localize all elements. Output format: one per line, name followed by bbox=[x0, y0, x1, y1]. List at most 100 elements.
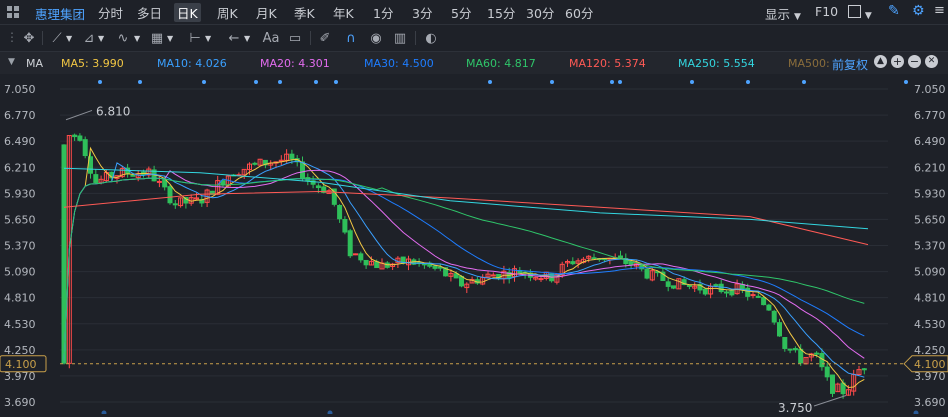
candle-body bbox=[798, 348, 804, 364]
tab-niank[interactable]: 年K bbox=[333, 3, 354, 22]
candle-body bbox=[724, 291, 729, 294]
comment-icon[interactable]: ▭ bbox=[286, 29, 304, 47]
checkbox-dropdown[interactable]: ▼ bbox=[848, 5, 872, 21]
candle-body bbox=[591, 257, 597, 260]
candle-body bbox=[628, 261, 634, 266]
event-marker bbox=[746, 80, 750, 84]
collapse-icon[interactable]: ▼ bbox=[8, 57, 15, 67]
tab-jik[interactable]: 季K bbox=[294, 3, 315, 22]
ma5-label: MA5: 3.990 bbox=[61, 57, 124, 70]
bottom-marker bbox=[913, 410, 919, 416]
candle-body bbox=[289, 153, 295, 160]
y-tick-label-right: 5.370 bbox=[914, 240, 946, 253]
line-tool-icon[interactable]: ⟋ bbox=[48, 29, 66, 47]
event-marker bbox=[138, 80, 142, 84]
candle-body bbox=[82, 139, 88, 157]
candle-body bbox=[729, 289, 735, 296]
candle-body bbox=[353, 253, 358, 256]
tab-3min[interactable]: 3分 bbox=[412, 3, 432, 22]
y-tick-label-left: 4.530 bbox=[4, 318, 36, 331]
display-menu[interactable]: 显示 ▼ bbox=[765, 4, 801, 23]
ma20-label: MA20: 4.301 bbox=[260, 57, 330, 70]
candle-body bbox=[824, 366, 830, 378]
event-marker bbox=[550, 80, 554, 84]
candle-body bbox=[342, 218, 348, 233]
candle-body bbox=[538, 278, 544, 281]
toggle-icon[interactable]: ◐ bbox=[422, 29, 440, 47]
menu-icon[interactable]: ≡ bbox=[934, 3, 945, 18]
chevron-down-icon[interactable]: ▼ bbox=[66, 34, 72, 43]
tab-30min[interactable]: 30分 bbox=[526, 3, 554, 22]
tab-yuek[interactable]: 月K bbox=[256, 3, 277, 22]
candle-body bbox=[766, 304, 772, 311]
kline-svg[interactable]: 7.050 7.050 6.770 6.770 6.490 6.490 6.210 6.210… bbox=[0, 74, 948, 416]
candle-body bbox=[830, 374, 835, 394]
ma60-line bbox=[63, 177, 865, 364]
y-tick-label-left: 6.770 bbox=[4, 109, 36, 122]
ma30-label: MA30: 4.500 bbox=[364, 57, 434, 70]
grid-tool-icon[interactable]: ▦ bbox=[148, 29, 166, 47]
candle-body bbox=[453, 273, 459, 279]
y-tick-label-right: 3.690 bbox=[914, 396, 946, 409]
pen-icon[interactable]: ✎ bbox=[888, 3, 900, 19]
adjust-mode[interactable]: 前复权 bbox=[832, 56, 868, 73]
collapse-up-icon[interactable]: ▲ bbox=[874, 55, 887, 68]
y-tick-label-right: 5.650 bbox=[914, 213, 946, 226]
tab-zhouk[interactable]: 周K bbox=[217, 3, 238, 22]
close-icon[interactable]: ✕ bbox=[925, 55, 938, 68]
y-tick-label-left: 4.250 bbox=[4, 344, 36, 357]
tab-duori[interactable]: 多日 bbox=[137, 3, 162, 22]
event-marker bbox=[254, 80, 258, 84]
chevron-down-icon[interactable]: ▼ bbox=[98, 34, 104, 43]
kline-chart[interactable]: 7.050 7.050 6.770 6.770 6.490 6.490 6.210 6.210… bbox=[0, 74, 948, 416]
wave-tool-icon[interactable]: ∿ bbox=[114, 29, 132, 47]
add-icon[interactable]: + bbox=[891, 55, 904, 68]
y-tick-label-right: 6.210 bbox=[914, 161, 946, 174]
chevron-down-icon[interactable]: ▼ bbox=[134, 34, 140, 43]
settings-icon[interactable]: ⚙ bbox=[912, 3, 925, 19]
candle-body bbox=[861, 368, 867, 371]
chevron-down-icon[interactable]: ▼ bbox=[244, 34, 250, 43]
magnet-icon[interactable]: ∩ bbox=[342, 29, 360, 47]
drag-handle-icon[interactable]: ⋮ bbox=[6, 30, 18, 44]
tab-1min[interactable]: 1分 bbox=[373, 3, 393, 22]
low-annotation: 3.750 bbox=[778, 401, 812, 414]
channel-tool-icon[interactable]: ⊿ bbox=[80, 29, 98, 47]
candle-body bbox=[167, 186, 173, 204]
remove-icon[interactable]: − bbox=[908, 55, 921, 68]
ma120-label: MA120: 5.374 bbox=[569, 57, 646, 70]
text-tool[interactable]: Aa bbox=[260, 29, 282, 47]
stock-name[interactable]: 惠理集团 bbox=[35, 4, 85, 23]
tab-5min[interactable]: 5分 bbox=[451, 3, 471, 22]
candle-body bbox=[77, 135, 83, 141]
chevron-down-icon[interactable]: ▼ bbox=[205, 34, 211, 43]
tab-15min[interactable]: 15分 bbox=[487, 3, 515, 22]
candle-body bbox=[777, 322, 782, 337]
measure-tool-icon[interactable]: ⊢ bbox=[186, 29, 204, 47]
candle-body bbox=[172, 203, 178, 206]
candle-body bbox=[156, 180, 162, 183]
f10-button[interactable]: F10 bbox=[815, 4, 838, 19]
display-label: 显示 bbox=[765, 7, 791, 22]
ma5-line bbox=[84, 146, 865, 389]
tab-rik[interactable]: 日K bbox=[174, 3, 201, 22]
indicator-name[interactable]: MA bbox=[26, 57, 43, 70]
eye-icon[interactable]: ◉ bbox=[367, 29, 385, 47]
y-tick-label-right: 4.530 bbox=[914, 318, 946, 331]
candle-body bbox=[347, 230, 353, 257]
tab-fenshi[interactable]: 分时 bbox=[98, 3, 123, 22]
crosshair-icon[interactable]: ✥ bbox=[20, 29, 38, 47]
chevron-down-icon[interactable]: ▼ bbox=[167, 34, 173, 43]
chevron-down-icon: ▼ bbox=[864, 11, 872, 21]
y-tick-label-right: 6.770 bbox=[914, 109, 946, 122]
drawing-toolbar: ⋮ ✥ ⟋ ▼ ⊿ ▼ ∿ ▼ ▦ ▼ ⊢ ▼ ← ▼ Aa ▭ ✐ ∩ ◉ ▥… bbox=[0, 25, 948, 52]
arrow-left-icon[interactable]: ← bbox=[225, 29, 243, 47]
divider bbox=[415, 31, 416, 45]
event-marker bbox=[278, 80, 282, 84]
eraser-icon[interactable]: ✐ bbox=[316, 29, 334, 47]
candle-body bbox=[358, 253, 364, 261]
y-tick-label-left: 6.210 bbox=[4, 161, 36, 174]
tab-60min[interactable]: 60分 bbox=[565, 3, 593, 22]
grid-icon[interactable] bbox=[6, 5, 20, 19]
trash-icon[interactable]: ▥ bbox=[391, 29, 409, 47]
